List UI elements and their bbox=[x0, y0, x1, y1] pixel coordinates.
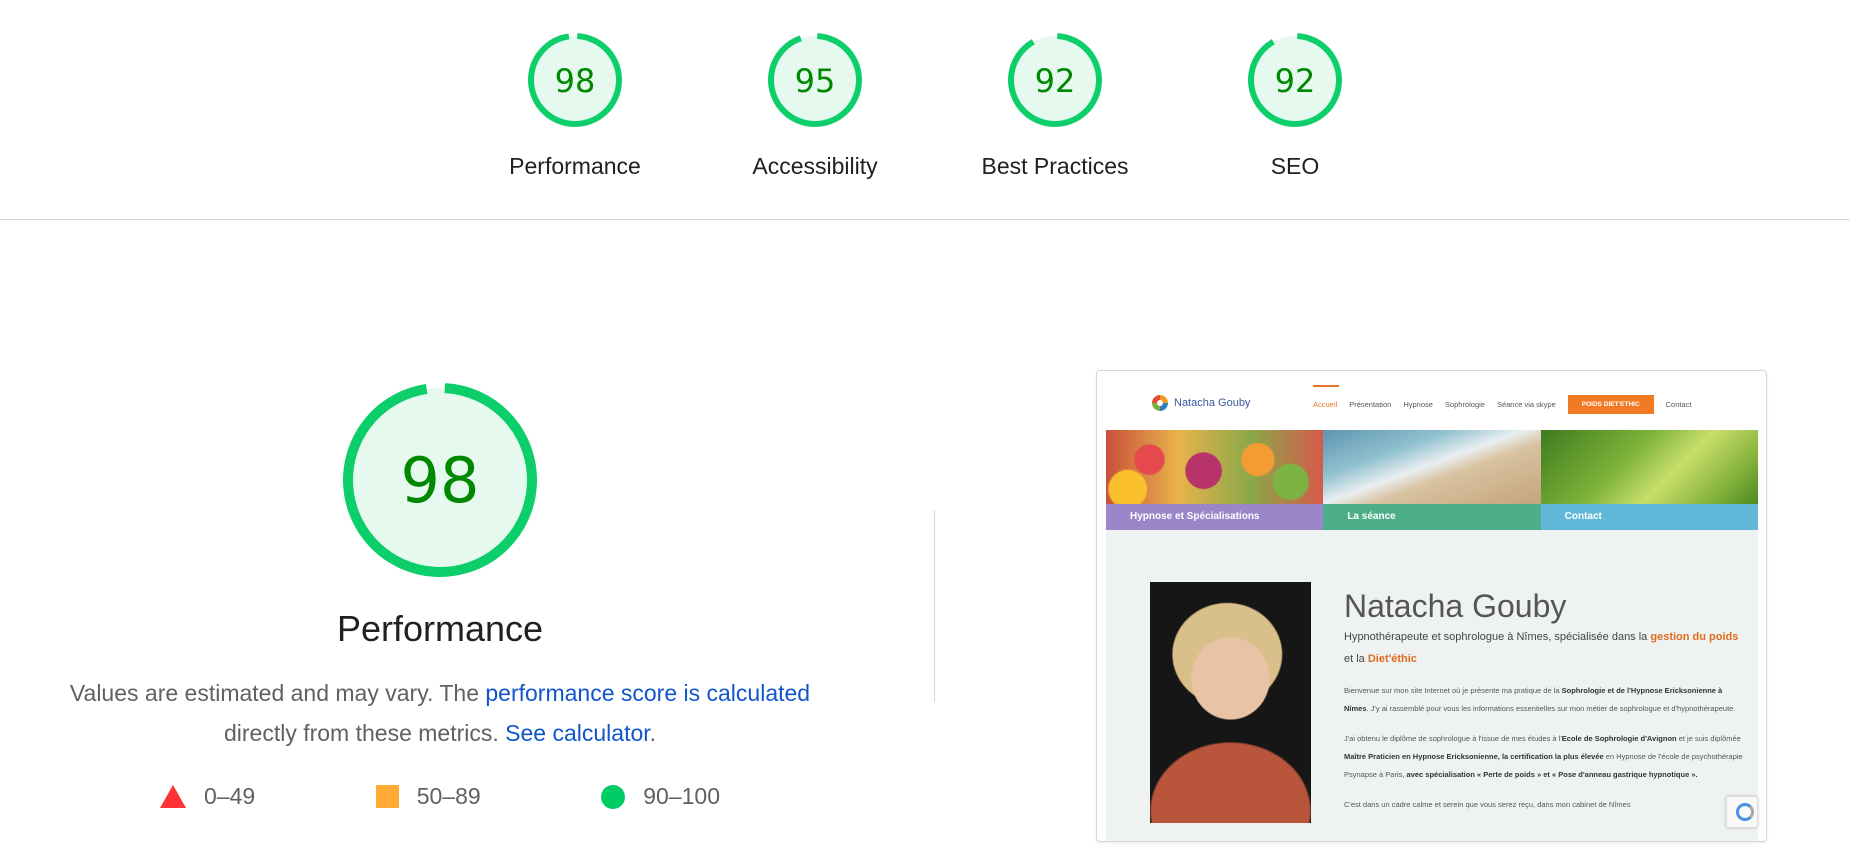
score-legend: 0–49 50–89 90–100 bbox=[160, 783, 720, 810]
gauge-label: Accessibility bbox=[752, 153, 878, 179]
site-paragraph: C'est dans un cadre calme et serein que … bbox=[1344, 800, 1631, 809]
performance-gauge: 98 bbox=[343, 383, 537, 577]
text: Bienvenue sur mon site Internet où je pr… bbox=[1344, 686, 1562, 695]
text: et la bbox=[1344, 653, 1368, 665]
text-bold: Ecole de Sophrologie d'Avignon bbox=[1561, 734, 1677, 743]
desc-text: . bbox=[649, 720, 657, 746]
text: et je suis diplômée bbox=[1676, 734, 1741, 743]
site-subtitle: Hypnothérapeute et sophrologue à Nîmes, … bbox=[1344, 626, 1744, 670]
gauge-label: SEO bbox=[1270, 153, 1320, 179]
gauge-label: Performance bbox=[509, 153, 641, 179]
banner-label: Hypnose et Spécialisations bbox=[1106, 504, 1324, 530]
site-heading: Natacha Gouby bbox=[1344, 588, 1567, 624]
score-summary-bar: 98 Performance 95 Accessibility 92 Best … bbox=[0, 0, 1850, 220]
logo-icon bbox=[1152, 395, 1168, 411]
gauge-performance[interactable]: 98 Performance bbox=[455, 30, 695, 180]
triangle-icon bbox=[160, 785, 186, 808]
desc-text: directly from these metrics. bbox=[223, 720, 506, 746]
text: J'ai obtenu le diplôme de sophrologue à … bbox=[1344, 734, 1562, 743]
gauge-score: 95 bbox=[795, 62, 836, 100]
gauge-score: 92 bbox=[1035, 62, 1076, 100]
site-content: Natacha Gouby Hypnothérapeute et sophrol… bbox=[1344, 588, 1744, 814]
see-calculator-link[interactable]: See calculator bbox=[505, 720, 649, 746]
banner-contact: Contact bbox=[1540, 430, 1758, 530]
gauge-best-practices[interactable]: 92 Best Practices bbox=[935, 30, 1175, 180]
performance-title: Performance bbox=[336, 608, 544, 649]
gauge-score: 92 bbox=[1275, 62, 1316, 100]
score-calculated-link[interactable]: performance score is calculated bbox=[485, 680, 810, 706]
banner-label: Contact bbox=[1540, 504, 1758, 530]
performance-section: 98 Performance Values are estimated and … bbox=[40, 380, 840, 810]
text-bold: avec spécialisation « Perte de poids » e… bbox=[1406, 770, 1698, 779]
gauge-seo[interactable]: 92 SEO bbox=[1175, 30, 1415, 180]
portrait-photo bbox=[1150, 582, 1311, 823]
nav-item: Contact bbox=[1665, 400, 1692, 409]
legend-label: 50–89 bbox=[416, 783, 481, 809]
circle-icon bbox=[601, 784, 626, 809]
logo-text: Natacha Gouby bbox=[1174, 397, 1251, 409]
final-screenshot[interactable]: Natacha Gouby Accueil Présentation Hypno… bbox=[1096, 370, 1767, 842]
nav-item: Accueil bbox=[1313, 385, 1340, 409]
nav-item: Hypnose bbox=[1403, 400, 1433, 409]
fruit-image bbox=[1106, 430, 1324, 504]
site-header: Natacha Gouby Accueil Présentation Hypno… bbox=[1097, 371, 1766, 431]
text-highlight: gestion du poids bbox=[1650, 631, 1739, 643]
site-paragraph: J'ai obtenu le diplôme de sophrologue à … bbox=[1344, 730, 1744, 784]
performance-score: 98 bbox=[401, 444, 480, 517]
desc-text: Values are estimated and may vary. The bbox=[69, 680, 486, 706]
gauge-accessibility[interactable]: 95 Accessibility bbox=[695, 30, 935, 180]
gauge-ring: 98 bbox=[528, 32, 622, 127]
performance-description: Values are estimated and may vary. The p… bbox=[40, 673, 840, 753]
site-paragraph: Bienvenue sur mon site Internet où je pr… bbox=[1344, 682, 1744, 718]
legend-pass: 90–100 bbox=[601, 783, 720, 810]
nav-cta: POIDS DIET'ETHIC bbox=[1567, 395, 1654, 414]
text-bold: Maître Praticien en Hypnose Ericksonienn… bbox=[1344, 752, 1604, 761]
nav-item: Séance via skype bbox=[1496, 400, 1556, 409]
site-nav: Accueil Présentation Hypnose Sophrologie… bbox=[1313, 385, 1704, 414]
text: Hypnothérapeute et sophrologue à Nîmes, … bbox=[1344, 631, 1651, 643]
gauge-label: Best Practices bbox=[981, 153, 1129, 179]
legend-average: 50–89 bbox=[375, 783, 481, 810]
site-logo: Natacha Gouby bbox=[1152, 395, 1250, 411]
legend-label: 90–100 bbox=[643, 783, 720, 809]
text-highlight: Diet'éthic bbox=[1367, 653, 1417, 665]
text: . J'y ai rassemblé pour vous les informa… bbox=[1366, 704, 1736, 713]
nav-item: Sophrologie bbox=[1444, 400, 1485, 409]
legend-label: 0–49 bbox=[204, 783, 256, 809]
banner-seance: La séance bbox=[1323, 430, 1541, 530]
square-icon bbox=[375, 785, 399, 808]
gauge-ring: 95 bbox=[768, 32, 862, 127]
leaf-image bbox=[1540, 430, 1758, 504]
beach-image bbox=[1323, 430, 1541, 504]
site-banners: Hypnose et Spécialisations La séance Con… bbox=[1106, 430, 1758, 530]
site-body: Natacha Gouby Hypnothérapeute et sophrol… bbox=[1106, 530, 1758, 841]
nav-item: Présentation bbox=[1349, 400, 1392, 409]
vertical-divider bbox=[934, 510, 935, 702]
legend-fail: 0–49 bbox=[160, 783, 255, 810]
gauge-ring: 92 bbox=[1008, 32, 1102, 127]
banner-hypnose: Hypnose et Spécialisations bbox=[1106, 430, 1324, 530]
gauge-ring: 92 bbox=[1248, 32, 1342, 127]
gauge-score: 98 bbox=[555, 62, 596, 100]
banner-label: La séance bbox=[1323, 504, 1541, 530]
recaptcha-icon bbox=[1726, 796, 1758, 828]
